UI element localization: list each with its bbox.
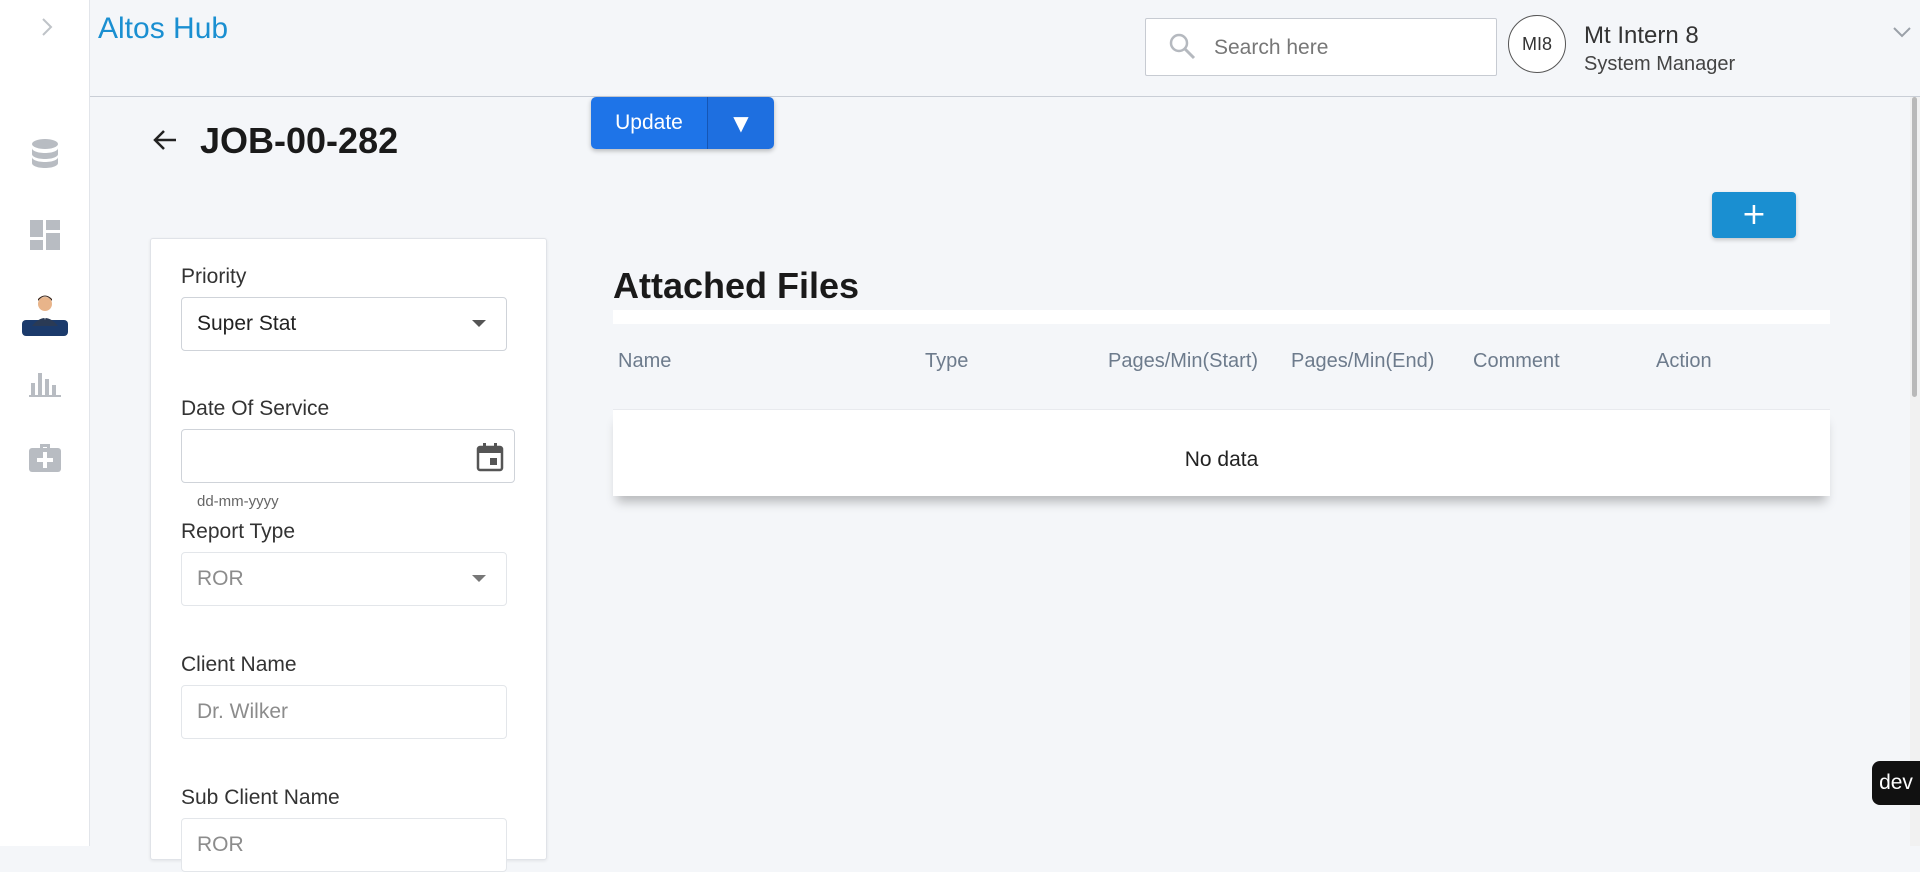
priority-select[interactable]: Super Stat bbox=[181, 297, 507, 351]
dropdown-caret-icon bbox=[472, 575, 486, 582]
scrollbar-thumb[interactable] bbox=[1912, 97, 1917, 397]
files-table-body: No data bbox=[613, 409, 1830, 496]
client-name-label: Client Name bbox=[181, 653, 297, 676]
search-box[interactable] bbox=[1145, 18, 1497, 77]
environment-badge: dev bbox=[1872, 761, 1920, 805]
column-header-action: Action bbox=[1656, 350, 1712, 372]
update-split-button: Update ▼ bbox=[591, 97, 774, 149]
chevron-right-icon[interactable] bbox=[40, 16, 54, 38]
dashboard-icon[interactable] bbox=[22, 212, 68, 258]
sub-client-name-label: Sub Client Name bbox=[181, 786, 340, 809]
database-icon[interactable] bbox=[22, 132, 68, 178]
client-name-placeholder: Dr. Wilker bbox=[197, 700, 288, 723]
column-header-pages-start: Pages/Min(Start) bbox=[1108, 350, 1259, 372]
files-table-header: Name Type Pages/Min(Start) Pages/Min(End… bbox=[613, 350, 1830, 382]
page-scrollbar[interactable] bbox=[1910, 97, 1920, 846]
search-input[interactable] bbox=[1212, 19, 1486, 77]
column-header-type: Type bbox=[925, 350, 969, 372]
attached-files-heading: Attached Files bbox=[613, 265, 860, 306]
report-type-select[interactable]: ROR bbox=[181, 552, 507, 606]
update-button[interactable]: Update bbox=[591, 97, 707, 149]
report-type-value: ROR bbox=[197, 567, 244, 590]
date-of-service-input[interactable] bbox=[181, 429, 515, 483]
priority-label: Priority bbox=[181, 265, 247, 288]
chevron-down-icon[interactable] bbox=[1892, 26, 1912, 38]
date-of-service-label: Date Of Service bbox=[181, 397, 330, 420]
brand-logo-text[interactable]: Altos Hub bbox=[98, 12, 228, 46]
add-file-button[interactable]: + bbox=[1712, 192, 1796, 238]
update-dropdown-toggle[interactable]: ▼ bbox=[707, 97, 774, 149]
profile-avatar-icon[interactable] bbox=[22, 290, 68, 336]
page-title: JOB-00-282 bbox=[200, 120, 399, 161]
top-header: Altos Hub MI8 Mt Intern 8 System Manager bbox=[90, 0, 1920, 97]
search-icon bbox=[1169, 33, 1196, 60]
medical-kit-icon[interactable] bbox=[22, 434, 68, 480]
column-header-name: Name bbox=[618, 350, 672, 372]
back-arrow-icon[interactable] bbox=[152, 128, 178, 152]
empty-state-text: No data bbox=[1184, 448, 1259, 471]
sidebar bbox=[0, 0, 90, 846]
report-type-label: Report Type bbox=[181, 520, 296, 543]
date-format-hint: dd-mm-yyyy bbox=[197, 493, 279, 510]
user-name: Mt Intern 8 bbox=[1584, 22, 1699, 49]
calendar-icon[interactable] bbox=[476, 442, 504, 472]
dropdown-caret-icon bbox=[472, 320, 486, 327]
priority-value: Super Stat bbox=[197, 312, 297, 335]
bar-chart-icon[interactable] bbox=[22, 360, 68, 406]
table-top-strip bbox=[613, 310, 1830, 324]
job-details-form: Priority Super Stat Date Of Service dd-m… bbox=[150, 238, 547, 872]
sub-client-name-input[interactable]: ROR bbox=[181, 818, 507, 872]
client-name-input[interactable]: Dr. Wilker bbox=[181, 685, 507, 739]
column-header-pages-end: Pages/Min(End) bbox=[1291, 350, 1435, 372]
column-header-comment: Comment bbox=[1473, 350, 1560, 372]
user-avatar[interactable]: MI8 bbox=[1508, 15, 1566, 73]
sub-client-name-placeholder: ROR bbox=[197, 833, 244, 856]
user-role: System Manager bbox=[1584, 53, 1736, 75]
